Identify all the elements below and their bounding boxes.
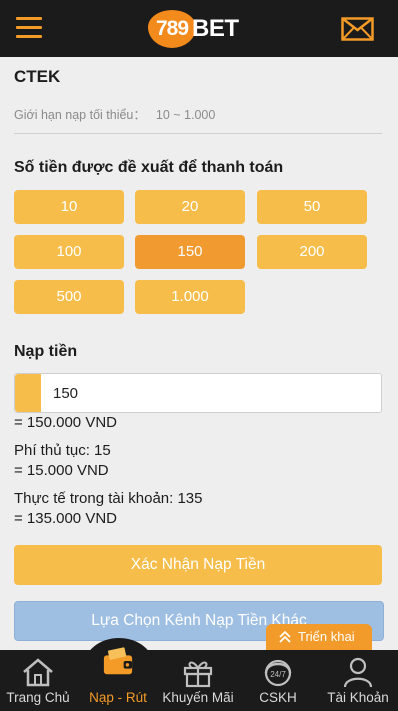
- gift-icon: [183, 661, 213, 688]
- suggested-amounts-title: Số tiền được đề xuất để thanh toán: [14, 159, 284, 176]
- amount-button-selected[interactable]: 150: [135, 235, 245, 269]
- amount-button[interactable]: 100: [14, 235, 124, 269]
- actual-amount-converted: = 135.000 VND: [14, 510, 117, 527]
- double-chevron-up-icon: [279, 630, 291, 643]
- fee-converted: = 15.000 VND: [14, 462, 109, 479]
- top-bar: 789 BET: [0, 0, 398, 57]
- mail-icon[interactable]: [341, 17, 374, 41]
- limit-value: 10 ~ 1.000: [155, 108, 216, 122]
- deposit-amount-field[interactable]: [14, 373, 382, 413]
- minimum-limit: Giới hạn nạp tối thiểu： 10 ~ 1.000: [14, 104, 215, 123]
- fee-label: Phí thủ tục: 15: [14, 442, 111, 459]
- confirm-deposit-button[interactable]: Xác Nhận Nạp Tiền: [14, 545, 382, 585]
- nav-label-support: CSKH: [259, 690, 297, 705]
- converted-amount: = 150.000 VND: [14, 414, 117, 431]
- limit-label: Giới hạn nạp tối thiểu：: [14, 108, 146, 122]
- payment-method-name: CTEK: [14, 67, 61, 86]
- logo-number: 789: [148, 10, 196, 48]
- wallet-icon: [103, 647, 133, 675]
- nav-item-account[interactable]: Tài Khoản: [318, 650, 398, 711]
- deposit-title: Nạp tiền: [14, 343, 78, 360]
- nav-label-account: Tài Khoản: [327, 690, 389, 705]
- amount-button[interactable]: 1.000: [135, 280, 245, 314]
- expand-label: Triển khai: [298, 629, 355, 644]
- hamburger-menu-icon[interactable]: [16, 17, 42, 39]
- logo-word: BET: [192, 15, 239, 42]
- amount-button[interactable]: 200: [257, 235, 367, 269]
- nav-label-deposit-withdraw: Nạp - Rút: [89, 690, 147, 705]
- home-icon: [23, 658, 53, 687]
- expand-button[interactable]: Triển khai: [266, 624, 372, 650]
- amount-button[interactable]: 10: [14, 190, 124, 224]
- currency-tag: [15, 374, 41, 412]
- amount-button[interactable]: 500: [14, 280, 124, 314]
- brand-logo[interactable]: 789 BET: [148, 8, 248, 50]
- nav-label-home: Trang Chủ: [6, 690, 70, 705]
- user-icon: [343, 657, 373, 688]
- actual-amount-label: Thực tế trong tài khoản: 135: [14, 490, 203, 507]
- nav-item-deposit-withdraw[interactable]: Nạp - Rút: [78, 647, 158, 711]
- amount-button[interactable]: 50: [257, 190, 367, 224]
- nav-item-promotions[interactable]: Khuyến Mãi: [158, 650, 238, 711]
- support-24-7-icon: 24/7: [264, 659, 292, 687]
- nav-item-support[interactable]: 24/7 CSKH: [238, 650, 318, 711]
- amount-button[interactable]: 20: [135, 190, 245, 224]
- bottom-navigation: Trang Chủ Nạp - Rút Khuyến Mãi 24/7 CSKH: [0, 638, 398, 711]
- divider: [14, 133, 382, 134]
- svg-text:24/7: 24/7: [270, 670, 286, 679]
- nav-item-home[interactable]: Trang Chủ: [0, 650, 78, 711]
- nav-label-promotions: Khuyến Mãi: [162, 690, 234, 705]
- deposit-amount-input[interactable]: [53, 374, 373, 412]
